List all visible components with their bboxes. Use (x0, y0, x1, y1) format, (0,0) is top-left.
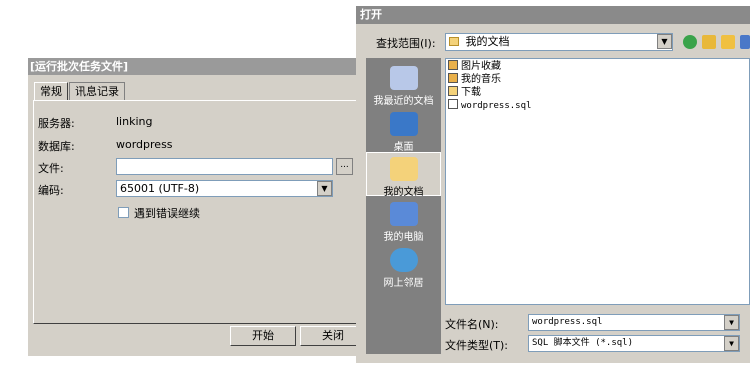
place-label: 我的电脑 (383, 232, 424, 243)
file-input[interactable] (116, 158, 333, 175)
file-label: 文件: (38, 162, 64, 175)
my-documents-icon (449, 37, 459, 46)
tab-page-general: 服务器: linking 数据库: wordpress 文件: ... 编码: … (33, 100, 365, 324)
encoding-label: 编码: (38, 184, 64, 197)
desktop-icon (389, 112, 418, 136)
chevron-down-icon[interactable]: ▼ (317, 181, 332, 196)
place-recent-documents[interactable]: 我最近的文档 (366, 62, 441, 107)
chevron-down-icon[interactable]: ▼ (724, 315, 739, 330)
network-places-icon (389, 248, 418, 272)
database-label: 数据库: (38, 140, 75, 153)
folder-pictures-icon (448, 60, 458, 70)
database-value: wordpress (116, 138, 173, 151)
list-item[interactable]: 下载 (448, 86, 481, 99)
new-folder-icon[interactable] (721, 35, 735, 49)
places-bar: 我最近的文档 桌面 我的文档 我的电脑 网上邻居 (366, 58, 441, 354)
start-button[interactable]: 开始 (230, 326, 296, 346)
open-file-dialog: 打开 查找范围(I): 我的文档 ▼ 我最近的文档 桌面 我的文档 我的电脑 网… (356, 6, 750, 363)
file-list[interactable]: 图片收藏 我的音乐 下载 wordpress.sql (445, 58, 750, 305)
filetype-value: SQL 脚本文件 (*.sql) (532, 338, 634, 348)
dialog-title: 打开 (356, 6, 750, 24)
place-label: 我最近的文档 (373, 96, 434, 107)
chevron-down-icon[interactable]: ▼ (724, 336, 739, 351)
place-my-computer[interactable]: 我的电脑 (366, 198, 441, 243)
continue-on-error-checkbox[interactable] (118, 207, 129, 218)
my-computer-icon (389, 202, 418, 226)
tab-general[interactable]: 常规 (34, 82, 68, 101)
look-in-label: 查找范围(I): (376, 37, 436, 50)
sql-file-icon (448, 99, 458, 109)
continue-on-error-label: 遇到错误继续 (134, 207, 200, 220)
filetype-label: 文件类型(T): (445, 339, 509, 352)
tab-message-log[interactable]: 讯息记录 (69, 82, 125, 100)
run-batch-file-dialog: [运行批次任务文件] 常规 讯息记录 服务器: linking 数据库: wor… (28, 58, 368, 356)
encoding-value: 65001 (UTF-8) (120, 182, 200, 195)
dialog-title: [运行批次任务文件] (28, 58, 368, 75)
tab-bar: 常规 讯息记录 (34, 82, 126, 101)
look-in-value: 我的文档 (465, 35, 510, 48)
place-label: 我的文档 (383, 187, 424, 198)
place-label: 网上邻居 (383, 278, 424, 289)
view-menu-icon[interactable] (740, 35, 750, 49)
list-item[interactable]: 我的音乐 (448, 73, 501, 86)
filename-value: wordpress.sql (532, 317, 603, 327)
filename-label: 文件名(N): (445, 318, 499, 331)
folder-icon (448, 86, 458, 96)
recent-documents-icon (389, 66, 418, 90)
browse-button[interactable]: ... (336, 158, 353, 175)
list-item[interactable]: wordpress.sql (448, 99, 531, 112)
file-name: wordpress.sql (461, 101, 532, 111)
file-name: 我的音乐 (461, 74, 501, 85)
folder-music-icon (448, 73, 458, 83)
file-name: 下载 (461, 87, 481, 98)
up-folder-icon[interactable] (702, 35, 716, 49)
file-name: 图片收藏 (461, 61, 501, 72)
filetype-select[interactable]: SQL 脚本文件 (*.sql) ▼ (528, 335, 740, 352)
server-label: 服务器: (38, 117, 75, 130)
look-in-select[interactable]: 我的文档 ▼ (445, 33, 673, 51)
my-documents-icon (389, 157, 418, 181)
server-value: linking (116, 115, 153, 128)
back-icon[interactable] (683, 35, 697, 49)
place-network[interactable]: 网上邻居 (366, 244, 441, 289)
chevron-down-icon[interactable]: ▼ (657, 34, 672, 49)
list-item[interactable]: 图片收藏 (448, 60, 501, 73)
filename-input[interactable]: wordpress.sql ▼ (528, 314, 740, 331)
place-desktop[interactable]: 桌面 (366, 108, 441, 153)
encoding-select[interactable]: 65001 (UTF-8) ▼ (116, 180, 333, 197)
place-my-documents[interactable]: 我的文档 (366, 152, 441, 198)
